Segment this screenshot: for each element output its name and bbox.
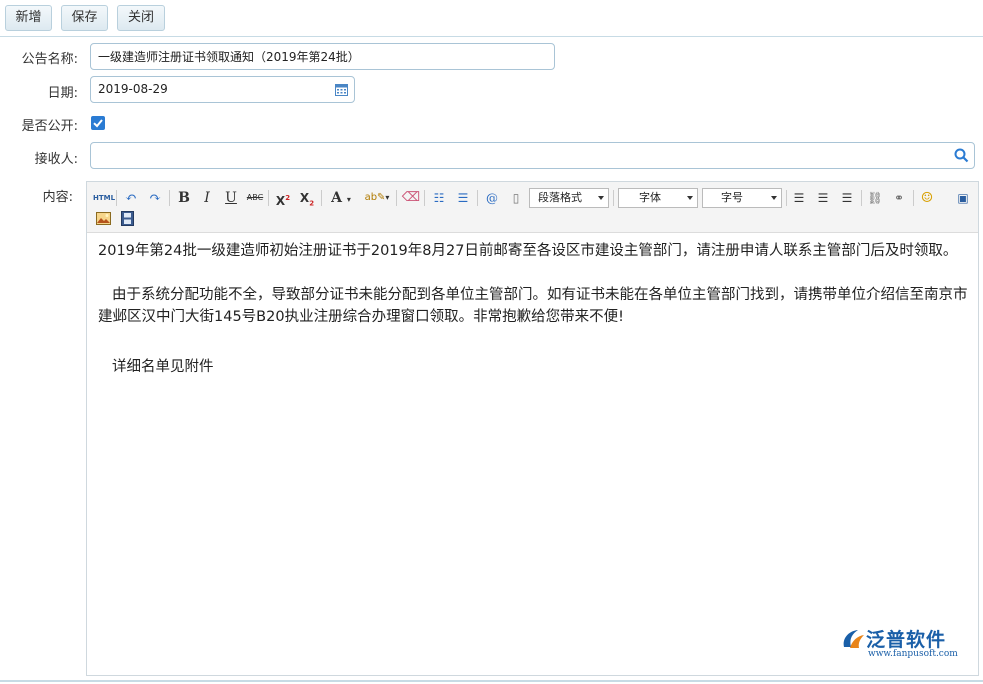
top-toolbar: 新增 保存 关闭 <box>0 0 983 37</box>
redo-icon[interactable]: ↷ <box>145 188 165 208</box>
public-label: 是否公开: <box>21 119 78 134</box>
font-size-value: 字号 <box>721 191 743 204</box>
content-paragraph-2: 由于系统分配功能不全，导致部分证书未能分配到各单位主管部门。如有证书未能在各单位… <box>98 287 968 325</box>
toolbar-separator <box>396 190 397 206</box>
font-family-value: 字体 <box>639 191 661 204</box>
logo-url: www.fanpusoft.com <box>868 649 958 659</box>
unordered-list-icon[interactable]: ☰ <box>453 188 473 208</box>
title-label: 公告名称: <box>21 52 78 67</box>
recipient-input[interactable] <box>90 142 975 169</box>
date-value: 2019-08-29 <box>98 82 168 96</box>
toolbar-separator <box>913 190 914 206</box>
toolbar-separator <box>169 190 170 206</box>
editor-content[interactable]: 2019年第24批一级建造师初始注册证书于2019年8月27日前邮寄至各设区市建… <box>98 240 970 378</box>
calendar-icon[interactable] <box>335 83 348 96</box>
toolbar-separator <box>786 190 787 206</box>
check-icon <box>93 119 103 128</box>
eraser-icon[interactable]: ⌫ <box>401 188 421 208</box>
align-left-icon[interactable]: ☰ <box>789 188 809 208</box>
ordered-list-icon[interactable]: ☷ <box>429 188 449 208</box>
title-input[interactable] <box>90 43 555 70</box>
unlink-icon[interactable]: ⚭ <box>889 188 909 208</box>
underline-icon[interactable]: U <box>221 188 241 208</box>
italic-icon[interactable]: I <box>197 188 217 208</box>
html-icon[interactable]: HTML <box>93 188 115 208</box>
logo-brand: 泛普软件 <box>866 629 947 651</box>
bottom-border <box>0 680 983 682</box>
new-button[interactable]: 新增 <box>5 5 52 31</box>
superscript-icon[interactable]: X2 <box>273 188 293 208</box>
template-icon[interactable]: ▯ <box>506 188 526 208</box>
paragraph-format-select[interactable]: 段落格式 <box>529 188 609 208</box>
content-paragraph-3: 详细名单见附件 <box>112 359 214 375</box>
toolbar-separator <box>321 190 322 206</box>
search-icon[interactable] <box>954 148 969 163</box>
toolbar-separator <box>477 190 478 206</box>
highlight-color-icon[interactable]: ab✎▾ <box>362 188 392 208</box>
toolbar-separator <box>613 190 614 206</box>
date-input[interactable]: 2019-08-29 <box>90 76 355 103</box>
content-paragraph-1: 2019年第24批一级建造师初始注册证书于2019年8月27日前邮寄至各设区市建… <box>98 243 958 259</box>
toolbar-separator <box>116 190 117 206</box>
image-icon[interactable] <box>96 212 111 225</box>
fullscreen-icon[interactable]: ▣ <box>953 188 973 208</box>
align-right-icon[interactable]: ☰ <box>837 188 857 208</box>
fanpu-logo: 泛普软件 www.fanpusoft.com <box>840 625 970 665</box>
strikethrough-icon[interactable]: ABC <box>245 188 265 208</box>
toolbar-separator <box>861 190 862 206</box>
emoticon-icon[interactable]: ☺ <box>917 188 937 208</box>
font-family-select[interactable]: 字体 <box>618 188 698 208</box>
video-icon[interactable] <box>121 211 134 226</box>
toolbar-separator <box>268 190 269 206</box>
paragraph-format-value: 段落格式 <box>538 191 582 204</box>
editor-toolbar: HTML ↶ ↷ B I U ABC X2 X2 A ▾ ab✎▾ ⌫ ☷ ☰ … <box>87 182 978 233</box>
date-label: 日期: <box>47 86 78 101</box>
rich-text-editor[interactable]: HTML ↶ ↷ B I U ABC X2 X2 A ▾ ab✎▾ ⌫ ☷ ☰ … <box>86 181 979 676</box>
close-button[interactable]: 关闭 <box>117 5 165 31</box>
font-size-select[interactable]: 字号 <box>702 188 782 208</box>
public-checkbox[interactable] <box>91 116 105 130</box>
fanpu-logo-mark-icon <box>843 630 864 648</box>
content-label: 内容: <box>42 190 73 205</box>
link-icon[interactable]: ⛓ <box>865 188 885 208</box>
font-color-icon[interactable]: A ▾ <box>327 188 355 208</box>
subscript-icon[interactable]: X2 <box>297 188 317 208</box>
anchor-icon[interactable]: @ <box>482 188 502 208</box>
save-button[interactable]: 保存 <box>61 5 108 31</box>
undo-icon[interactable]: ↶ <box>121 188 141 208</box>
toolbar-separator <box>424 190 425 206</box>
bold-icon[interactable]: B <box>174 188 194 208</box>
recipient-label: 接收人: <box>34 152 78 167</box>
align-center-icon[interactable]: ☰ <box>813 188 833 208</box>
